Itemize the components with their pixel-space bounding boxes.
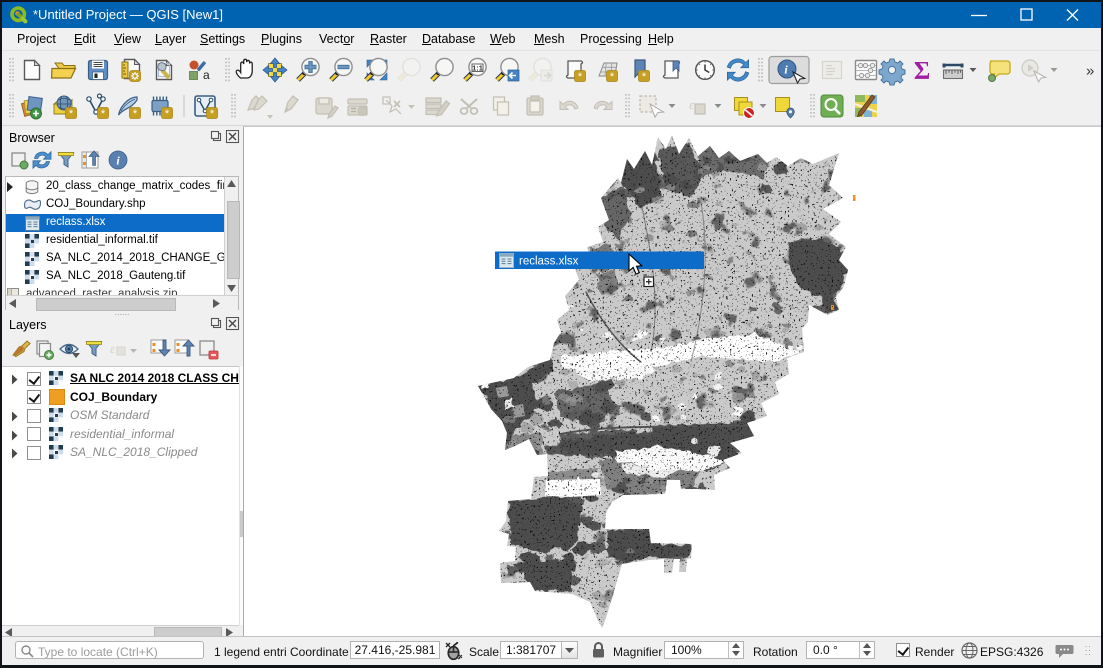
svg-text:ε: ε [689,97,695,112]
svg-text:reclass.xlsx: reclass.xlsx [519,256,579,268]
svg-text:»: » [1086,63,1094,80]
svg-text:1:1: 1:1 [472,64,483,73]
svg-text:Σ: Σ [914,58,930,85]
svg-text:a: a [203,68,210,82]
svg-text:ε: ε [110,341,116,356]
